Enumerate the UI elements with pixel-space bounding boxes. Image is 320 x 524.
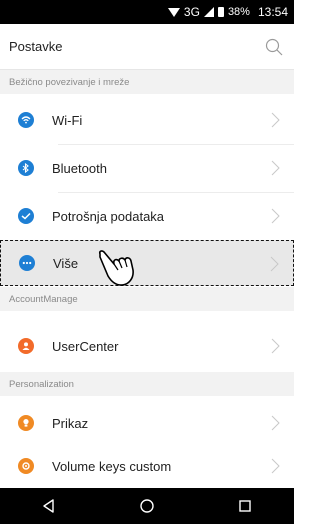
settings-item-display[interactable]: Prikaz	[0, 400, 294, 446]
chevron-right-icon	[271, 458, 280, 474]
back-icon[interactable]	[41, 498, 57, 514]
navigation-bar	[0, 488, 294, 524]
battery-percent: 38%	[227, 6, 250, 18]
battery-icon	[217, 7, 224, 17]
clock: 13:54	[257, 5, 288, 19]
network-type: 3G	[183, 5, 200, 19]
display-icon	[18, 415, 34, 431]
settings-item-usercenter[interactable]: UserCenter	[0, 323, 294, 369]
chevron-right-icon	[271, 112, 280, 128]
status-bar: 3G 38% 13:54	[0, 0, 294, 24]
section-header-personalization: Personalization	[0, 372, 294, 396]
more-icon	[19, 255, 35, 271]
settings-item-wifi[interactable]: Wi-Fi	[0, 97, 294, 143]
settings-item-data-usage[interactable]: Potrošnja podataka	[0, 193, 294, 239]
recents-icon[interactable]	[237, 498, 253, 514]
section-header-account: AccountManage	[0, 287, 294, 311]
settings-item-label: Bluetooth	[52, 160, 107, 176]
app-header: Postavke	[0, 24, 294, 70]
wifi-icon	[18, 112, 34, 128]
bluetooth-icon	[18, 160, 34, 176]
settings-item-more[interactable]: Više	[0, 240, 294, 286]
wifi-signal-icon	[167, 7, 180, 17]
user-icon	[18, 338, 34, 354]
home-icon[interactable]	[139, 498, 155, 514]
search-icon[interactable]	[264, 37, 284, 57]
settings-item-label: UserCenter	[52, 338, 119, 354]
settings-item-label: Potrošnja podataka	[52, 208, 165, 224]
volume-icon	[18, 458, 34, 474]
chevron-right-icon	[270, 256, 279, 272]
data-usage-icon	[18, 208, 34, 224]
settings-item-label: Više	[53, 255, 79, 271]
settings-item-label: Volume keys custom	[52, 458, 172, 474]
chevron-right-icon	[271, 208, 280, 224]
chevron-right-icon	[271, 338, 280, 354]
settings-item-label: Wi-Fi	[52, 112, 83, 128]
cell-signal-icon	[203, 7, 214, 17]
settings-item-bluetooth[interactable]: Bluetooth	[0, 145, 294, 191]
section-header-wireless: Bežično povezivanje i mreže	[0, 70, 294, 94]
page-title: Postavke	[9, 39, 63, 54]
chevron-right-icon	[271, 415, 280, 431]
chevron-right-icon	[271, 160, 280, 176]
hand-pointer-icon	[99, 250, 134, 286]
settings-item-volume-keys[interactable]: Volume keys custom	[0, 443, 294, 489]
settings-item-label: Prikaz	[52, 415, 89, 431]
